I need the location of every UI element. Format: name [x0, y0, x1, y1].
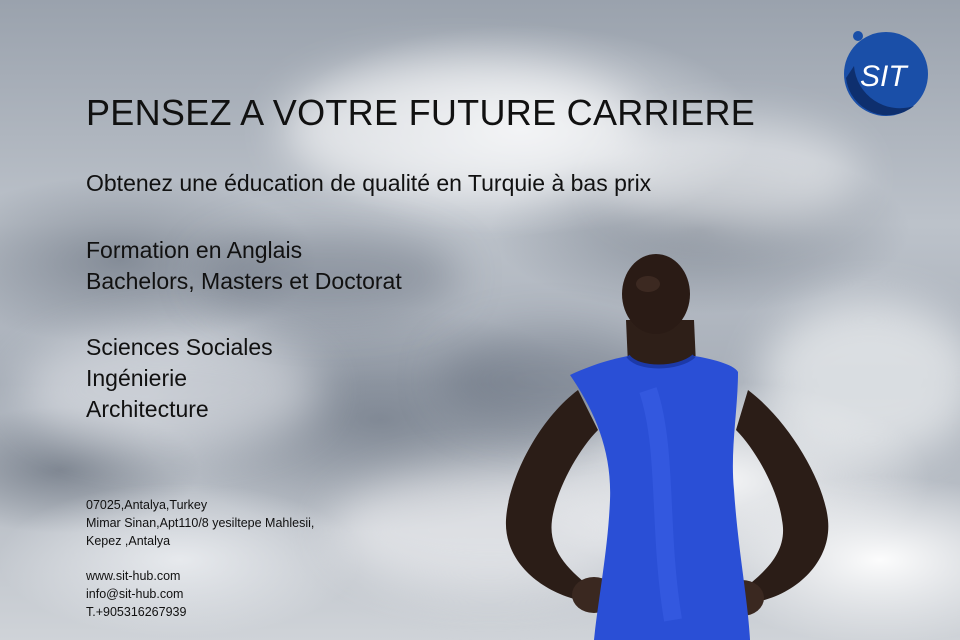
- fields-list: Sciences Sociales Ingénierie Architectur…: [86, 332, 273, 425]
- athlete-photo: [505, 254, 829, 640]
- address-line: Mimar Sinan,Apt110/8 yesiltepe Mahlesii,: [86, 516, 315, 530]
- phone-number: T.+905316267939: [86, 605, 187, 619]
- field-item: Ingénierie: [86, 365, 188, 391]
- programs-list: Formation en Anglais Bachelors, Masters …: [86, 235, 402, 297]
- contact-block: www.sit-hub.com info@sit-hub.com T.+9053…: [86, 567, 186, 621]
- address-line: 07025,Antalya,Turkey: [86, 498, 208, 512]
- headline: PENSEZ A VOTRE FUTURE CARRIERE: [86, 92, 756, 133]
- subtitle: Obtenez une éducation de qualité en Turq…: [86, 170, 652, 196]
- sit-logo-icon[interactable]: SIT: [834, 26, 934, 118]
- poster: SIT PENSEZ A VOTRE FUTURE CARRIERE Obten…: [0, 0, 960, 640]
- email-link[interactable]: info@sit-hub.com: [86, 585, 186, 603]
- program-item: Bachelors, Masters et Doctorat: [86, 268, 402, 294]
- logo-text: SIT: [860, 60, 909, 93]
- field-item: Architecture: [86, 396, 209, 422]
- website-link[interactable]: www.sit-hub.com: [86, 567, 186, 585]
- program-item: Formation en Anglais: [86, 237, 303, 263]
- field-item: Sciences Sociales: [86, 334, 273, 360]
- address-line: Kepez ,Antalya: [86, 534, 171, 548]
- address-block: 07025,Antalya,Turkey Mimar Sinan,Apt110/…: [86, 496, 314, 550]
